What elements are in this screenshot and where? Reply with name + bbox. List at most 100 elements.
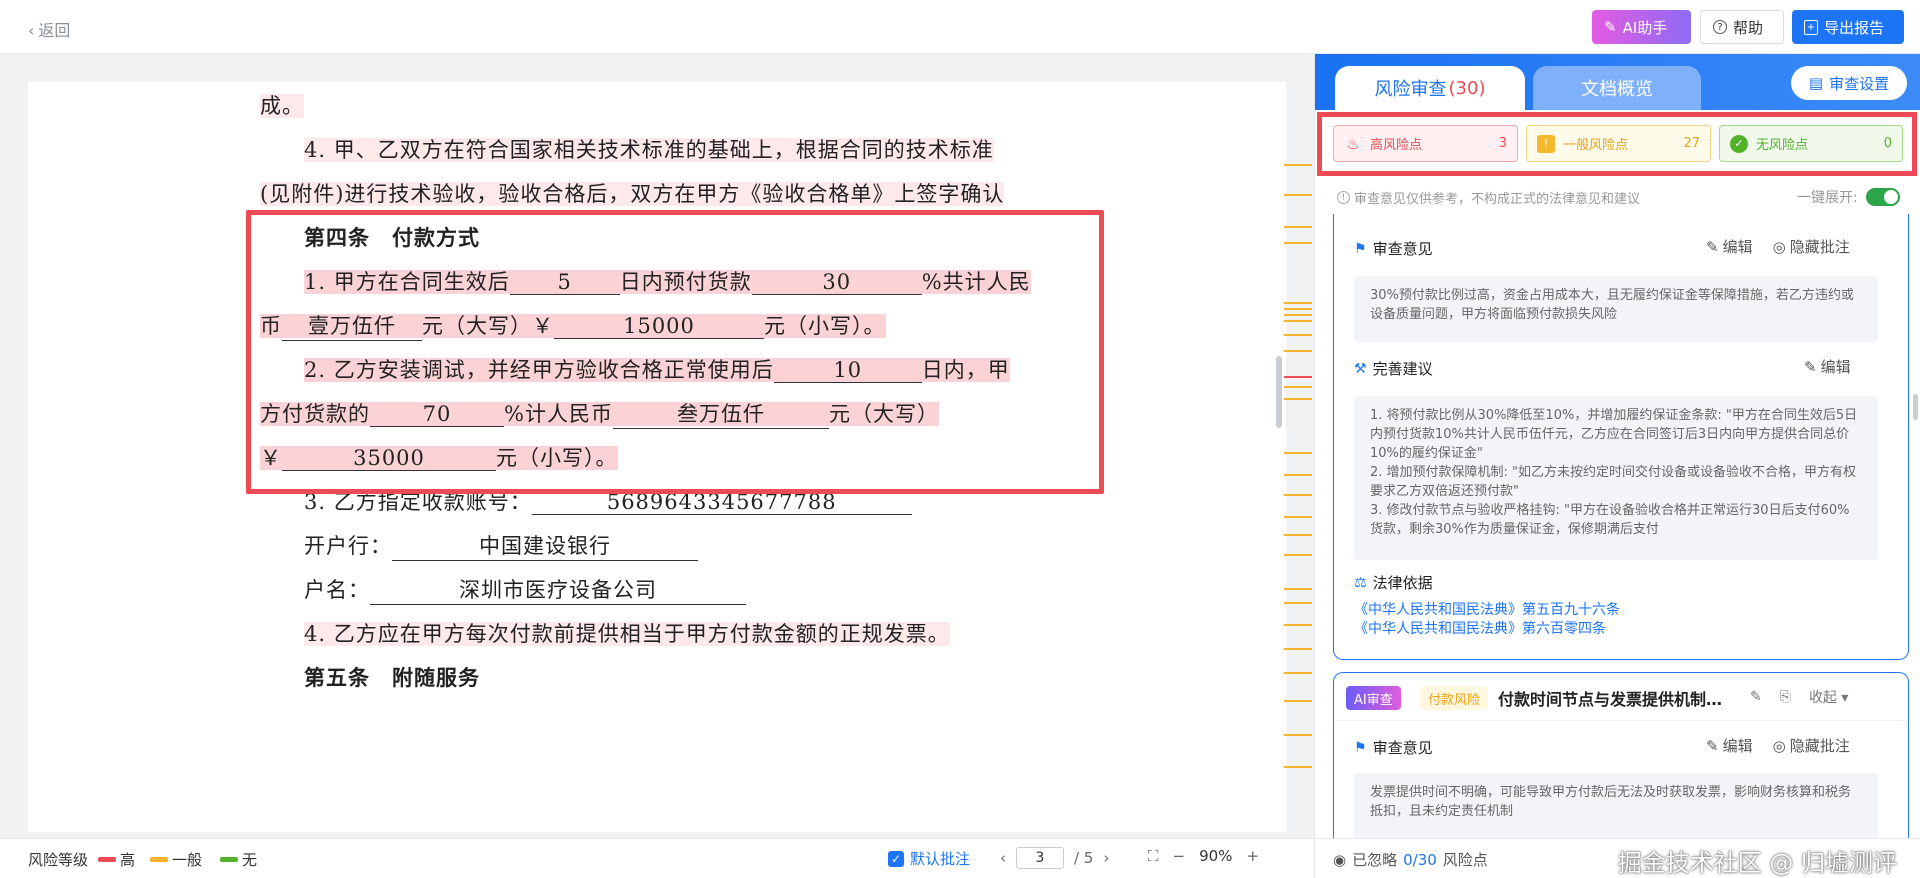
back-button[interactable]: ‹ 返回 (28, 17, 70, 41)
hide-annotation-button[interactable]: ◎ 隐藏批注 (1773, 735, 1850, 756)
ai-review-tag: AI审查 (1346, 686, 1401, 710)
ignored-risks[interactable]: ◉ 已忽略 0/30 风险点 (1333, 849, 1488, 870)
legend-none: 无 (220, 849, 257, 870)
prev-page-icon[interactable]: ‹ (1000, 849, 1006, 867)
document-status-bar: 风险等级 高 一般 无 ✓ 默认批注 ‹ 3 / 5 › ⛶ − 90% + (0, 838, 1314, 878)
top-bar: ‹ 返回 ✎ AI助手 ? 帮助 + 导出报告 (0, 0, 1920, 54)
question-icon: ? (1713, 20, 1727, 34)
minimap-mark (1284, 734, 1312, 736)
page-total: / 5 (1074, 849, 1094, 867)
info-icon: ! (1337, 191, 1350, 204)
ai-assistant-button[interactable]: ✎ AI助手 (1592, 10, 1691, 44)
minimap-mark (1284, 452, 1312, 454)
hide-annotation-button[interactable]: ◎ 隐藏批注 (1773, 236, 1850, 257)
review-panel: 风险审查 (30) 文档概览 ▤ 审查设置 ♨ 高风险点 3 ! 一般风险点 27 … (1314, 54, 1920, 878)
pencil-icon: ✎ (1706, 736, 1719, 755)
expand-all: 一键展开: (1797, 187, 1900, 207)
card-title: 付款时间节点与发票提供机制不... (1498, 690, 1736, 709)
minimap-mark (1284, 766, 1312, 768)
magic-wand-icon: ✎ (1604, 18, 1617, 36)
minimap-mark (1284, 314, 1312, 316)
minimap-mark (1284, 700, 1312, 702)
review-card: ⚑ 审查意见 ✎ 编辑 ◎ 隐藏批注 30%预付款比例过高，资金占用成本大，且无履约保… (1333, 214, 1909, 660)
doc-line: 户名： 深圳市医疗设备公司 (304, 574, 746, 605)
legal-basis-title: ⚖ 法律依据 (1354, 574, 1433, 592)
risk-level-label: 风险等级 (28, 851, 89, 869)
export-label: 导出报告 (1824, 18, 1885, 37)
doc-line: 成。 (260, 94, 304, 118)
minimap-mark (1284, 624, 1312, 626)
opinion-title: ⚑ 审查意见 (1354, 739, 1433, 757)
card-actions: ✎ ⎘ 收起 ▾ (1750, 687, 1848, 707)
review-settings-button[interactable]: ▤ 审查设置 (1791, 66, 1907, 100)
minimap-mark (1284, 672, 1312, 674)
edit-button[interactable]: ✎ 编辑 (1804, 356, 1851, 377)
law-link[interactable]: 《中华人民共和国民法典》第六百零四条 (1354, 618, 1606, 638)
check-icon: ✓ (888, 850, 904, 867)
minimap-mark (1284, 534, 1312, 536)
law-link[interactable]: 《中华人民共和国民法典》第五百九十六条 (1354, 599, 1620, 619)
copy-icon[interactable]: ⎘ (1780, 689, 1791, 705)
suggestion-actions: ✎ 编辑 (1804, 356, 1851, 377)
highlight-box (246, 210, 1104, 494)
zoom-in-icon[interactable]: + (1246, 847, 1259, 865)
minimap-mark (1284, 308, 1312, 310)
opinion-text: 30%预付款比例过高，资金占用成本大，且无履约保证金等保障措施，若乙方违约或设备… (1354, 276, 1878, 342)
document-scrollbar[interactable] (1276, 356, 1282, 428)
expand-all-toggle[interactable] (1865, 188, 1900, 206)
panel-header: 风险审查 (30) 文档概览 ▤ 审查设置 (1315, 54, 1920, 110)
scale-icon: ⚖ (1354, 574, 1367, 591)
fit-screen-icon[interactable]: ⛶ (1148, 847, 1159, 865)
zoom-level: 90% (1199, 847, 1233, 865)
minimap-mark (1284, 226, 1312, 228)
high-risk-filter[interactable]: ♨ 高风险点 3 (1333, 125, 1518, 162)
no-risk-filter[interactable]: ✓ 无风险点 0 (1719, 125, 1903, 162)
opinion-icon: ⚑ (1354, 739, 1367, 756)
tab-risk-review[interactable]: 风险审查 (30) (1335, 66, 1525, 110)
minimap-mark (1284, 494, 1312, 496)
section-heading: 第五条 附随服务 (304, 665, 480, 690)
minimap-mark (1284, 386, 1312, 388)
eye-off-icon: ◎ (1772, 736, 1786, 755)
minimap-mark (1284, 350, 1312, 352)
default-annotation-checkbox[interactable]: ✓ 默认批注 (888, 848, 970, 869)
settings-doc-icon: ▤ (1808, 74, 1824, 92)
minimap-mark (1284, 398, 1312, 400)
export-report-button[interactable]: + 导出报告 (1792, 10, 1904, 44)
risk-minimap[interactable] (1284, 154, 1312, 874)
document-viewer: 成。 4. 甲、乙双方在符合国家相关技术标准的基础上，根据合同的技术标准 (见附… (0, 54, 1314, 854)
minimap-mark (1284, 474, 1312, 476)
page-input[interactable]: 3 (1016, 847, 1064, 869)
minimap-mark (1284, 554, 1312, 556)
minimap-mark (1284, 164, 1312, 166)
export-icon: + (1804, 19, 1818, 35)
zoom-out-icon[interactable]: − (1173, 847, 1186, 865)
help-button[interactable]: ? 帮助 (1700, 10, 1784, 44)
check-circle-icon: ✓ (1730, 134, 1748, 153)
opinion-icon: ⚑ (1354, 240, 1367, 257)
shield-icon: ! (1537, 134, 1555, 153)
minimap-mark (1284, 648, 1312, 650)
opinion-text: 发票提供时间不明确，可能导致甲方付款后无法及时获取发票，影响财务核算和税务抵扣，… (1354, 773, 1878, 843)
minimap-mark (1284, 588, 1312, 590)
card-header[interactable]: AI审查 付款风险 付款时间节点与发票提供机制不... ✎ ⎘ 收起 ▾ (1334, 673, 1907, 721)
risk-summary: ♨ 高风险点 3 ! 一般风险点 27 ✓ 无风险点 0 (1317, 112, 1917, 176)
minimap-mark (1284, 334, 1312, 336)
next-page-icon[interactable]: › (1103, 849, 1109, 867)
minimap-mark (1284, 320, 1312, 322)
collapse-button[interactable]: 收起 ▾ (1809, 687, 1848, 707)
pagination: ‹ 3 / 5 › (1000, 847, 1109, 869)
edit-button[interactable]: ✎ 编辑 (1706, 735, 1753, 756)
tab-document-overview[interactable]: 文档概览 (1533, 66, 1701, 110)
doc-line: 开户行： 中国建设银行 (304, 530, 698, 561)
opinion-actions: ✎ 编辑 ◎ 隐藏批注 (1706, 236, 1850, 257)
edit-button[interactable]: ✎ 编辑 (1706, 236, 1753, 257)
help-label: 帮助 (1733, 18, 1764, 37)
pencil-icon: ✎ (1706, 237, 1719, 256)
panel-scrollbar[interactable] (1913, 394, 1918, 420)
legend-high: 高 (98, 849, 135, 870)
pencil-icon[interactable]: ✎ (1750, 689, 1762, 705)
medium-risk-filter[interactable]: ! 一般风险点 27 (1526, 125, 1711, 162)
minimap-mark (1284, 516, 1312, 518)
minimap-mark (1284, 242, 1312, 244)
